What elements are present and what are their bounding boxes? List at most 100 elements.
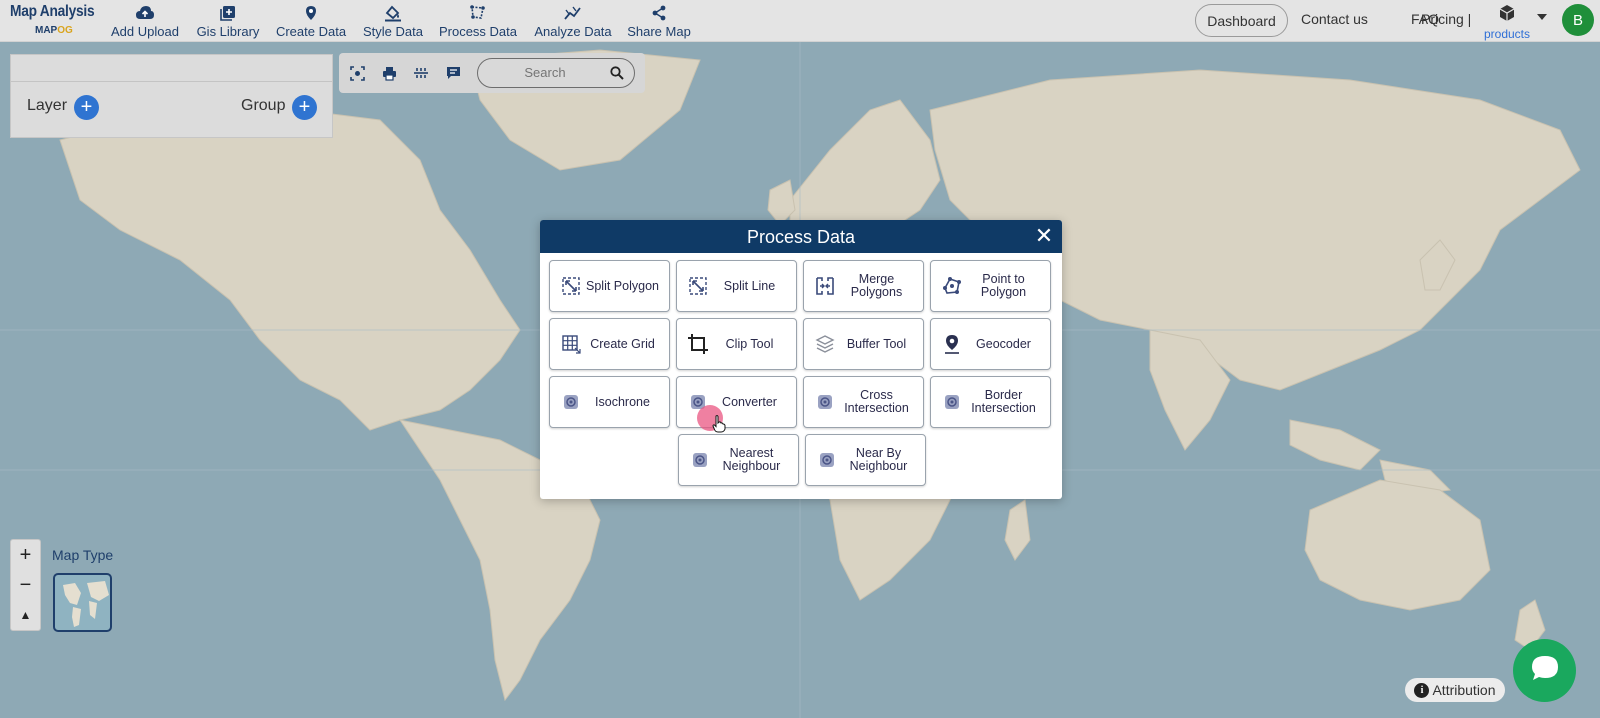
library-add-icon	[220, 4, 236, 22]
nav-add-upload[interactable]: Add Upload	[109, 4, 181, 40]
location-pin-icon	[941, 333, 963, 355]
dialog-title: Process Data	[746, 227, 856, 247]
split-polygon-icon	[560, 275, 582, 297]
split-line-icon	[687, 275, 709, 297]
reset-north-button[interactable]: ▲	[11, 600, 40, 630]
attribution-button[interactable]: i Attribution	[1405, 678, 1505, 702]
nav-gis-library-label: Gis Library	[196, 24, 260, 39]
nav-create-data[interactable]: Create Data	[274, 4, 348, 40]
tool-label: Clip Tool	[725, 336, 774, 351]
panel-divider	[11, 81, 332, 82]
dialog-header: Process Data ✕	[540, 220, 1062, 253]
map-pin-icon	[305, 4, 317, 22]
tool-point-to-polygon[interactable]: Point to Polygon	[930, 260, 1051, 312]
tool-label: Create Grid	[590, 336, 655, 351]
tool-cross-intersection[interactable]: Cross Intersection	[803, 376, 924, 428]
info-icon: i	[1414, 682, 1430, 698]
tool-label: Border Intersection	[971, 388, 1036, 415]
avatar[interactable]: B	[1562, 4, 1594, 36]
tool-isochrone[interactable]: Isochrone	[549, 376, 670, 428]
paint-bucket-icon	[384, 4, 402, 22]
search-input[interactable]	[490, 65, 600, 80]
share-icon	[651, 4, 667, 22]
brand-sub-suffix: OG	[57, 25, 73, 36]
tool-geocoder[interactable]: Geocoder	[930, 318, 1051, 370]
brand-subtitle: MAPOG	[35, 25, 73, 36]
polygon-edit-icon	[470, 4, 486, 22]
tool-label: Nearest Neighbour	[722, 446, 781, 473]
print-icon[interactable]	[380, 65, 398, 81]
nav-share-map-label: Share Map	[627, 24, 691, 39]
map-toolbar	[339, 53, 645, 93]
tool-merge-polygons[interactable]: Merge Polygons	[803, 260, 924, 312]
measure-icon[interactable]	[412, 65, 430, 81]
tool-label: Cross Intersection	[844, 388, 909, 415]
zoom-in-button[interactable]: +	[11, 540, 40, 570]
tool-nearest-neighbour[interactable]: Nearest Neighbour	[678, 434, 799, 486]
plus-icon: +	[298, 96, 311, 118]
tool-label: Split Polygon	[586, 278, 659, 293]
nav-style-data[interactable]: Style Data	[361, 4, 425, 40]
tool-near-by-neighbour[interactable]: Near By Neighbour	[805, 434, 926, 486]
layers-icon	[814, 333, 836, 355]
pricing-link[interactable]: Pricing |	[1421, 11, 1471, 27]
contact-us-link[interactable]: Contact us	[1301, 11, 1368, 27]
process-data-dialog: Process Data ✕ Split Polygon Split Line …	[540, 220, 1062, 499]
tool-split-line[interactable]: Split Line	[676, 260, 797, 312]
nav-analyze-data-label: Analyze Data	[534, 24, 612, 39]
brand-title: Map Analysis	[10, 3, 95, 20]
nav-gis-library[interactable]: Gis Library	[194, 4, 262, 40]
chat-button[interactable]	[1513, 639, 1576, 702]
grid-icon	[560, 333, 582, 355]
north-arrow-icon: ▲	[19, 608, 32, 622]
tool-split-polygon[interactable]: Split Polygon	[549, 260, 670, 312]
dashboard-button[interactable]: Dashboard	[1195, 4, 1288, 37]
merge-icon	[814, 275, 836, 297]
tool-label: Converter	[722, 394, 777, 409]
nav-process-data-label: Process Data	[438, 24, 518, 39]
tool-label: Split Line	[723, 278, 776, 293]
tool-label: Buffer Tool	[846, 336, 907, 351]
nav-analyze-data[interactable]: Analyze Data	[532, 4, 614, 40]
pricing-label: Pricing |	[1421, 11, 1472, 27]
zoom-out-button[interactable]: −	[11, 570, 40, 600]
comment-icon[interactable]	[444, 65, 462, 81]
chevron-down-icon[interactable]	[1537, 14, 1547, 20]
hand-cursor-icon	[712, 415, 726, 438]
attribution-label: Attribution	[1432, 682, 1496, 698]
nav-process-data[interactable]: Process Data	[437, 4, 519, 40]
tool-label: Geocoder	[976, 336, 1031, 351]
tool-label: Merge Polygons	[850, 272, 903, 299]
cube-icon	[1482, 4, 1532, 27]
products-menu[interactable]: products	[1482, 4, 1532, 41]
tool-buffer-tool[interactable]: Buffer Tool	[803, 318, 924, 370]
tool-create-grid[interactable]: Create Grid	[549, 318, 670, 370]
tool-border-intersection[interactable]: Border Intersection	[930, 376, 1051, 428]
map-type-thumbnail[interactable]	[53, 573, 112, 632]
add-layer-button[interactable]: +	[74, 95, 99, 120]
tool-label: Point to Polygon	[980, 272, 1027, 299]
chart-line-icon	[564, 4, 582, 22]
tool-label: Near By Neighbour	[849, 446, 908, 473]
search-box[interactable]	[477, 58, 635, 88]
nearby-neighbour-icon	[816, 449, 838, 471]
plus-icon: +	[80, 96, 93, 118]
tool-clip-tool[interactable]: Clip Tool	[676, 318, 797, 370]
nav-style-data-label: Style Data	[363, 24, 423, 39]
brand-sub-prefix: MAP	[35, 25, 58, 36]
tool-converter[interactable]: Converter	[676, 376, 797, 428]
border-intersection-icon	[941, 391, 963, 413]
layer-label: Layer	[27, 97, 68, 114]
add-group-button[interactable]: +	[292, 95, 317, 120]
nav-create-data-label: Create Data	[275, 24, 347, 39]
cross-intersection-icon	[814, 391, 836, 413]
focus-icon[interactable]	[348, 65, 366, 81]
nav-share-map[interactable]: Share Map	[626, 4, 692, 40]
layer-panel: Layer + Group +	[10, 54, 333, 138]
brand-logo[interactable]: Map Analysis MAPOG	[10, 3, 100, 36]
products-label: products	[1483, 27, 1531, 41]
top-navbar: Map Analysis MAPOG Add Upload Gis Librar…	[0, 0, 1600, 42]
close-icon[interactable]: ✕	[1032, 224, 1056, 248]
search-icon[interactable]	[610, 66, 624, 85]
nearest-neighbour-icon	[689, 449, 711, 471]
